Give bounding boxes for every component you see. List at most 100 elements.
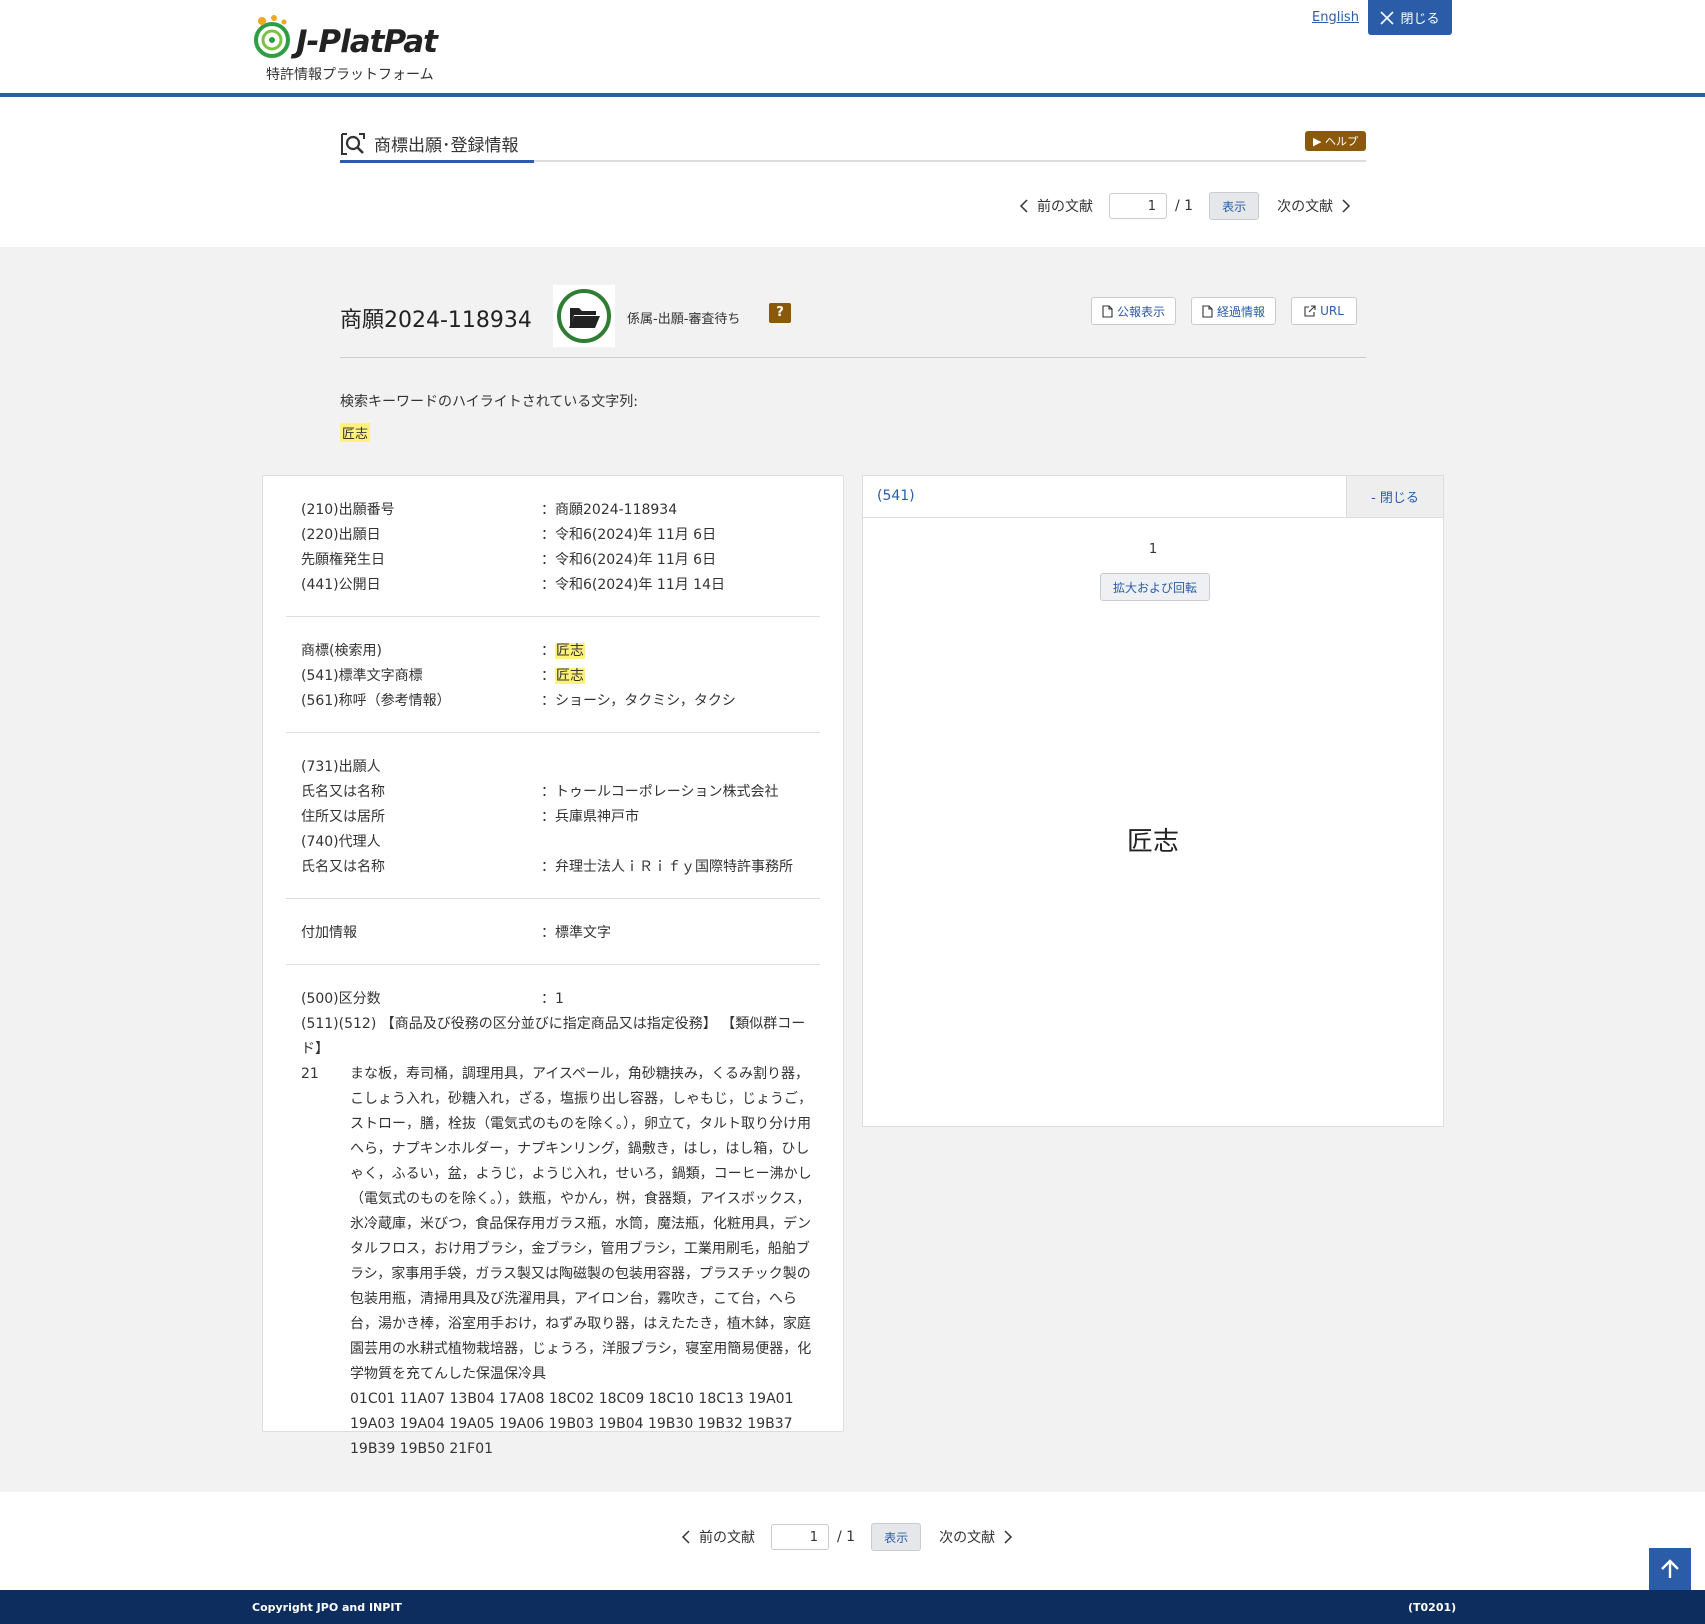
detail-label: 氏名又は名称 (301, 859, 385, 875)
logo-subtitle: 特許情報プラットフォーム (266, 67, 434, 83)
progress-info-label: 経過情報 (1216, 304, 1265, 319)
detail-label: (220)出願日 (301, 527, 381, 543)
trademark-image: 匠志 (1126, 827, 1179, 857)
detail-label: (740)代理人 (301, 834, 381, 850)
detail-label: 氏名又は名称 (301, 784, 385, 800)
detail-row: (731)出願人 (286, 755, 820, 780)
detail-label: (541)標準文字商標 (301, 668, 423, 684)
goods-heading: (511)(512) 【商品及び役務の区分並びに指定商品又は指定役務】 【類似群… (301, 1016, 806, 1057)
keyword-highlight: 匠志 (555, 668, 585, 684)
prev-doc-link[interactable]: 前の文献 (1019, 196, 1093, 216)
document-number: 商願2024-118934 (340, 308, 532, 333)
help-button[interactable]: ▶ ヘルプ (1305, 131, 1366, 151)
english-link[interactable]: English (1312, 10, 1359, 25)
bibliographic-panel: (210)出願番号 ：商願2024-118934 (220)出願日 ：令和6(202… (262, 475, 844, 1457)
window-close-button[interactable]: 閉じる (1368, 0, 1452, 35)
image-panel-close-button[interactable]: - 閉じる (1346, 476, 1443, 517)
status-help-icon[interactable]: ? (769, 303, 791, 323)
detail-row: 付加情報 ：標準文字 (286, 921, 820, 946)
show-page-button[interactable]: 表示 (871, 1523, 922, 1551)
goods-class-row: 21 まな板，寿司桶，調理用具，アイスペール，角砂糖挟み，くるみ割り器，こしょう… (286, 1062, 820, 1462)
page-title-tab: 商標出願･登録情報 (340, 127, 534, 163)
detail-value: ：令和6(2024)年 11月 14日 (541, 577, 725, 593)
gazette-label: 公報表示 (1116, 304, 1165, 319)
detail-value: ：匠志 (541, 643, 585, 659)
detail-row: 住所又は居所 ：兵庫県神戸市 (286, 805, 820, 830)
detail-value: ：標準文字 (541, 925, 611, 941)
page-number-input[interactable]: 1 (771, 1524, 829, 1550)
chevron-right-icon (1342, 199, 1351, 213)
detail-label: (210)出願番号 (301, 502, 395, 518)
page-total: / 1 (837, 1529, 856, 1545)
zoom-rotate-button[interactable]: 拡大および回転 (1100, 573, 1210, 601)
parties-section: (731)出願人 氏名又は名称 ：トゥールコーポレーション株式会社 住所又は居所 ：… (286, 733, 820, 899)
goods-content: まな板，寿司桶，調理用具，アイスペール，角砂糖挟み，くるみ割り器，こしょう入れ，… (350, 1062, 820, 1462)
detail-row: 氏名又は名称 ：弁理士法人ｉＲｉｆｙ国際特許事務所 (286, 855, 820, 880)
status-icon-box (553, 285, 615, 347)
detail-label: 付加情報 (301, 925, 357, 941)
progress-info-button[interactable]: 経過情報 (1191, 297, 1276, 325)
detail-row: (220)出願日 ：令和6(2024)年 11月 6日 (286, 523, 820, 548)
image-panel-header: (541) - 閉じる (863, 476, 1443, 518)
detail-value: ：弁理士法人ｉＲｉｆｙ国際特許事務所 (541, 859, 793, 875)
keyword-highlight: 匠志 (555, 643, 585, 659)
url-label: URL (1320, 304, 1344, 318)
prev-doc-link[interactable]: 前の文献 (681, 1527, 755, 1547)
detail-label: (441)公開日 (301, 577, 381, 593)
detail-value: ：令和6(2024)年 11月 6日 (541, 552, 717, 568)
screen-code: (T0201) (1408, 1601, 1457, 1614)
header-divider (340, 357, 1366, 358)
next-doc-label: 次の文献 (1277, 199, 1334, 215)
main-content: 商願2024-118934 係属-出願-審査待ち ? 公報表示 経過情報 URL… (0, 247, 1705, 1492)
window-close-label: 閉じる (1400, 12, 1440, 27)
detail-row: (541)標準文字商標 ：匠志 (286, 664, 820, 689)
arrow-up-icon (1661, 1559, 1679, 1578)
detail-label: (731)出願人 (301, 759, 381, 775)
mark-section: 商標(検索用) ：匠志 (541)標準文字商標 ：匠志 (561)称呼（参考情報） ：… (286, 617, 820, 733)
keyword-label: 検索キーワードのハイライトされている文字列: (340, 394, 639, 410)
similar-group-codes: 01C01 11A07 13B04 17A08 18C02 18C09 18C1… (350, 1391, 794, 1457)
detail-label: 商標(検索用) (301, 643, 382, 659)
page-total: / 1 (1175, 198, 1194, 214)
next-doc-link[interactable]: 次の文献 (1277, 196, 1351, 216)
detail-label: (561)称呼（参考情報） (301, 693, 451, 709)
chevron-right-icon (1004, 1530, 1013, 1544)
folder-open-icon (557, 289, 611, 343)
close-icon (1380, 10, 1395, 25)
detail-row: (561)称呼（参考情報） ：ショーシ，タクミシ，タクシ (286, 689, 820, 714)
bottom-pager-section: 前の文献 1 / 1 表示 次の文献 (0, 1492, 1705, 1590)
detail-row: 先願権発生日 ：令和6(2024)年 11月 6日 (286, 548, 820, 573)
document-icon (1202, 304, 1213, 318)
detail-value: ：ショーシ，タクミシ，タクシ (541, 693, 736, 709)
detail-value: ：令和6(2024)年 11月 6日 (541, 527, 717, 543)
scroll-to-top-button[interactable] (1649, 1548, 1691, 1590)
help-label: ヘルプ (1325, 135, 1358, 148)
additional-info-section: 付加情報 ：標準文字 (286, 899, 820, 965)
keyword-highlight: 匠志 (340, 423, 371, 442)
detail-row: 氏名又は名称 ：トゥールコーポレーション株式会社 (286, 780, 820, 805)
logo-swirl-icon (254, 15, 290, 58)
next-doc-link[interactable]: 次の文献 (939, 1527, 1013, 1547)
bottom-pager: 前の文献 1 / 1 表示 次の文献 (681, 1523, 1013, 1551)
detail-row: 商標(検索用) ：匠志 (286, 639, 820, 664)
logo-wordmark: J-PlatPat (296, 24, 438, 60)
status-text: 係属-出願-審査待ち (627, 312, 741, 327)
class-number: 21 (301, 1066, 319, 1082)
gazette-button[interactable]: 公報表示 (1091, 297, 1176, 325)
copyright-text: Copyright JPO and INPIT (252, 1601, 402, 1614)
detail-label: 先願権発生日 (301, 552, 385, 568)
prev-doc-label: 前の文献 (699, 1530, 755, 1546)
detail-value: ：匠志 (541, 668, 585, 684)
detail-value: ：1 (541, 991, 564, 1007)
detail-value: ：トゥールコーポレーション株式会社 (541, 784, 779, 800)
page-number-input[interactable]: 1 (1109, 193, 1167, 219)
detail-value: ：商願2024-118934 (541, 502, 678, 518)
detail-row: (500)区分数 ：1 (286, 987, 820, 1012)
url-button[interactable]: URL (1291, 297, 1357, 325)
page-title: 商標出願･登録情報 (374, 136, 519, 156)
show-page-button[interactable]: 表示 (1209, 192, 1260, 220)
jplatpat-logo[interactable]: J-PlatPat 特許情報プラットフォーム (252, 14, 462, 84)
document-icon (1102, 304, 1113, 318)
prev-doc-label: 前の文献 (1037, 199, 1093, 215)
chevron-left-icon (1019, 199, 1028, 213)
